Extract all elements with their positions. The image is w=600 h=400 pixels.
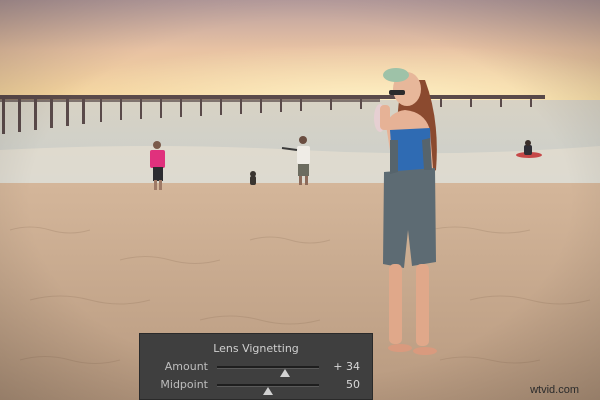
watermark: wtvid.com [530,384,579,396]
midpoint-slider-thumb[interactable] [263,387,273,395]
amount-label: Amount [164,360,208,373]
amount-slider-track[interactable] [217,366,319,377]
amount-value[interactable]: + 34 [320,359,360,375]
panel-title: Lens Vignetting [213,342,299,355]
lens-vignetting-panel: Lens Vignetting Amount + 34 Midpoint 50 [139,333,373,400]
midpoint-label: Midpoint [160,378,208,391]
midpoint-slider-track[interactable] [217,384,319,395]
amount-slider-row: Amount + 34 [140,359,372,377]
midpoint-value[interactable]: 50 [320,377,360,393]
amount-slider-thumb[interactable] [280,369,291,377]
midpoint-slider-row: Midpoint 50 [140,377,372,395]
